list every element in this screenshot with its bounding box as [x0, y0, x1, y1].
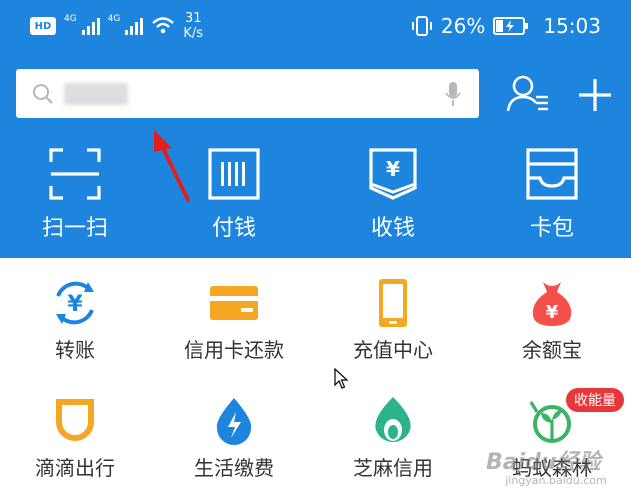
network-speed-value: 31: [184, 11, 202, 26]
grid-label-didi: 滴滴出行: [35, 456, 115, 480]
header-area: HD 4G 4G 31 K/s 26% 15:03 扫一扫 付钱 ¥ 收钱 卡包: [0, 0, 631, 258]
battery-percent: 26%: [440, 14, 486, 38]
grid-label-credit-card: 信用卡还款: [184, 338, 284, 362]
battery-charging-icon: [493, 17, 529, 35]
status-bar-right: 26% 15:03: [411, 8, 601, 44]
status-bar-left: HD 4G 4G 31 K/s: [30, 8, 203, 44]
watermark-main-text: Baidu经验: [486, 450, 601, 475]
vibrate-icon: [411, 16, 432, 36]
grid-item-recharge[interactable]: 充值中心: [318, 278, 468, 378]
phone-recharge-icon: [379, 279, 407, 327]
grid-item-credit-card[interactable]: 信用卡还款: [159, 278, 309, 378]
didi-icon: [56, 399, 94, 441]
grid-label-transfer: 转账: [55, 338, 95, 362]
credit-card-icon: [210, 286, 258, 320]
network-speed-unit: K/s: [183, 26, 204, 41]
signal-strength-icon: [125, 17, 144, 35]
grid-item-transfer[interactable]: ¥ 转账: [0, 278, 150, 378]
scan-label: 扫一扫: [41, 216, 108, 241]
card-wallet-label: 卡包: [529, 216, 574, 241]
scan-icon: [49, 148, 101, 200]
network-speed: 31 K/s: [183, 11, 203, 41]
contacts-icon[interactable]: [506, 73, 552, 115]
grid-label-sesame: 芝麻信用: [353, 456, 433, 480]
network-type-1: 4G: [64, 14, 77, 24]
wifi-icon: [152, 17, 175, 34]
card-wallet-button[interactable]: 卡包: [492, 148, 612, 248]
sesame-credit-icon: [375, 397, 411, 443]
search-placeholder: [64, 82, 128, 105]
watermark-logo: Baidu经验 jingyan.baidu.com: [486, 444, 626, 500]
grid-item-sesame[interactable]: 芝麻信用: [318, 396, 468, 496]
signal-strength-icon: [81, 17, 100, 35]
receive-money-button[interactable]: ¥ 收钱: [333, 148, 453, 248]
utility-drop-icon: [216, 398, 252, 445]
receive-money-label: 收钱: [370, 216, 415, 241]
svg-text:¥: ¥: [386, 157, 400, 181]
svg-text:¥: ¥: [546, 302, 559, 323]
pay-label: 付钱: [211, 216, 256, 241]
collect-energy-badge: 收能量: [566, 388, 624, 412]
clock-time: 15:03: [543, 14, 601, 38]
grid-item-utilities[interactable]: 生活缴费: [159, 396, 309, 496]
hd-call-icon: HD: [30, 17, 56, 35]
microphone-icon[interactable]: [445, 81, 461, 107]
receive-money-icon: ¥: [369, 148, 417, 200]
card-wallet-icon: [526, 148, 578, 200]
watermark-url-text: jingyan.baidu.com: [505, 474, 607, 487]
scan-button[interactable]: 扫一扫: [15, 148, 135, 248]
grid-item-didi[interactable]: 滴滴出行: [0, 396, 150, 496]
mouse-cursor-icon: [334, 368, 349, 389]
network-type-2: 4G: [107, 14, 121, 24]
grid-label-recharge: 充值中心: [353, 338, 433, 362]
money-bag-icon: ¥: [532, 282, 572, 326]
add-icon[interactable]: [576, 73, 614, 115]
grid-label-yuebao: 余额宝: [522, 338, 582, 362]
pay-barcode-icon: [208, 148, 260, 200]
annotation-arrow: [154, 130, 190, 202]
grid-label-utilities: 生活缴费: [194, 456, 274, 480]
search-input[interactable]: [16, 69, 479, 118]
svg-text:¥: ¥: [67, 292, 83, 317]
grid-item-yuebao[interactable]: ¥ 余额宝: [477, 278, 627, 378]
search-icon: [33, 83, 53, 104]
transfer-yuan-icon: ¥: [56, 281, 94, 325]
